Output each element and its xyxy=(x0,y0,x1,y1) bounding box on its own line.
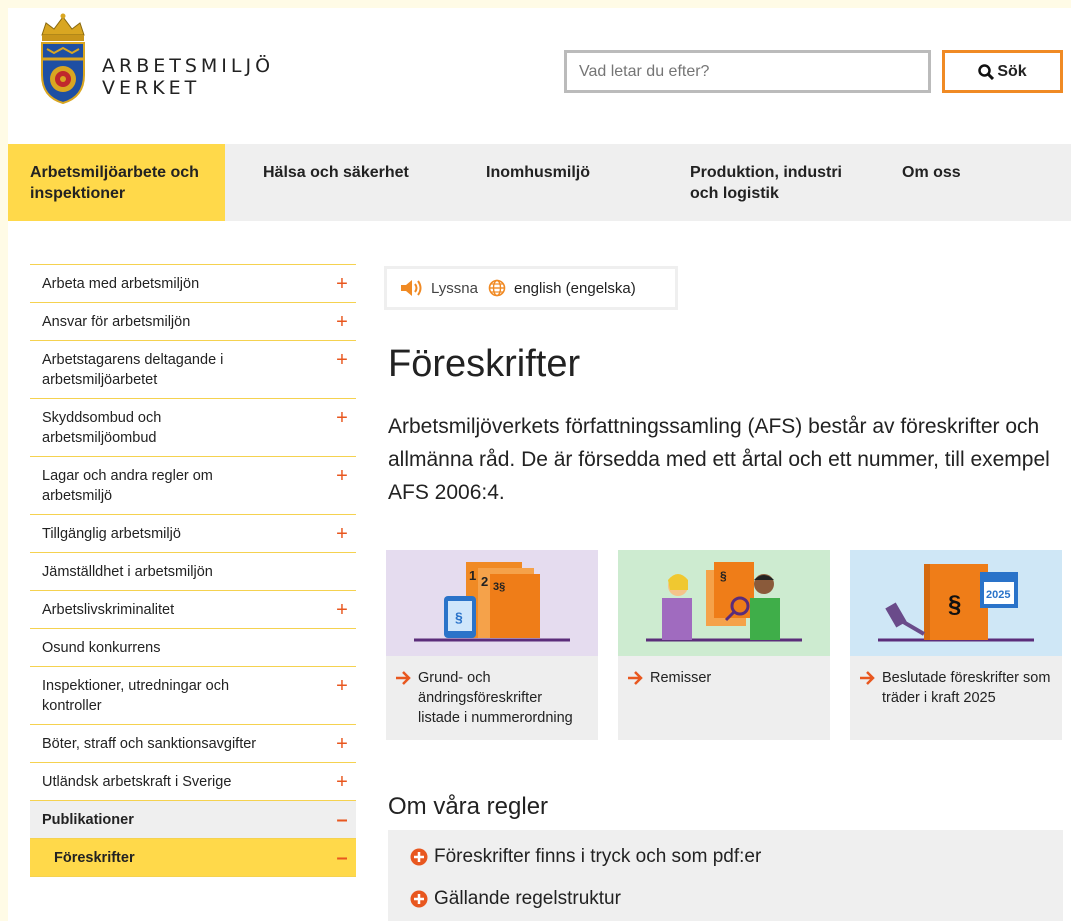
sidebar-item-arbeta[interactable]: Arbeta med arbetsmiljön + xyxy=(30,265,356,303)
svg-text:2: 2 xyxy=(481,574,488,589)
expand-icon[interactable]: + xyxy=(334,408,350,428)
sidebar-item-jamstalldhet[interactable]: Jämställdhet i arbetsmiljön xyxy=(30,553,356,591)
sidebar-item-publikationer[interactable]: Publikationer – xyxy=(30,801,356,839)
sidebar-item-skyddsombud[interactable]: Skyddsombud och arbetsmiljöombud + xyxy=(30,399,356,457)
nav-item-arbetsmiljoarbete[interactable]: Arbetsmiljöarbete och inspektioner xyxy=(8,144,225,221)
coat-of-arms-icon xyxy=(41,13,85,105)
nav-item-produktion[interactable]: Produktion, industri och logistik xyxy=(632,144,860,221)
card-label: Remisser xyxy=(650,670,712,686)
search-button-label: Sök xyxy=(997,62,1027,80)
intro-text: Arbetsmiljöverkets författningssamling (… xyxy=(388,415,1050,504)
card-list: 1 2 3§ § Grund- och ändringsföreskrifter… xyxy=(386,550,1062,740)
page-title: Föreskrifter xyxy=(388,343,581,385)
globe-icon[interactable] xyxy=(488,279,506,297)
accordion: Föreskrifter finns i tryck och som pdf:e… xyxy=(388,830,1063,921)
speaker-icon[interactable] xyxy=(399,278,425,298)
svg-text:1: 1 xyxy=(469,568,476,583)
arrow-right-icon xyxy=(860,671,875,685)
sidebar-item-ansvar[interactable]: Ansvar för arbetsmiljön + xyxy=(30,303,356,341)
arrow-right-icon xyxy=(628,671,643,685)
nav-item-inomhusmiljo[interactable]: Inomhusmiljö xyxy=(450,144,632,221)
accordion-item-tryck[interactable]: Föreskrifter finns i tryck och som pdf:e… xyxy=(388,830,1063,868)
search-input[interactable] xyxy=(564,50,931,93)
expand-icon[interactable]: + xyxy=(334,466,350,486)
expand-icon[interactable]: + xyxy=(334,600,350,620)
section-title: Om våra regler xyxy=(388,793,549,820)
accordion-item-regelstruktur[interactable]: Gällande regelstruktur xyxy=(388,868,1063,910)
plus-circle-icon xyxy=(410,848,428,866)
logo[interactable]: ARBETSMILJÖ VERKET xyxy=(32,13,292,121)
svg-text:§: § xyxy=(455,609,463,625)
arrow-right-icon xyxy=(396,671,411,685)
expand-icon[interactable]: + xyxy=(334,524,350,544)
main-nav: Arbetsmiljöarbete och inspektioner Hälsa… xyxy=(8,144,1071,221)
tools-bar: Lyssna english (engelska) xyxy=(384,266,678,310)
expand-icon[interactable]: + xyxy=(334,772,350,792)
svg-text:§: § xyxy=(720,569,727,583)
english-link[interactable]: english (engelska) xyxy=(514,280,636,297)
review-illustration: § xyxy=(618,550,830,656)
logo-line-1: ARBETSMILJÖ xyxy=(102,55,275,77)
search-button[interactable]: Sök xyxy=(942,50,1063,93)
svg-text:§: § xyxy=(948,591,961,618)
sidebar-item-utlandsk[interactable]: Utländsk arbetskraft i Sverige + xyxy=(30,763,356,801)
expand-icon[interactable]: + xyxy=(334,312,350,332)
sidebar-item-lagar[interactable]: Lagar och andra regler om arbetsmiljö + xyxy=(30,457,356,515)
sidebar: Arbeta med arbetsmiljön + Ansvar för arbe… xyxy=(30,264,356,877)
collapse-icon[interactable]: – xyxy=(334,848,350,868)
sidebar-item-tillganglig[interactable]: Tillgänglig arbetsmiljö + xyxy=(30,515,356,553)
svg-text:3§: 3§ xyxy=(493,581,505,593)
search-icon xyxy=(978,63,995,80)
nav-item-om-oss[interactable]: Om oss xyxy=(860,144,1010,221)
card-remisser[interactable]: § Remisser xyxy=(618,550,830,740)
page: ARBETSMILJÖ VERKET Sök Arbetsmiljöarbete… xyxy=(8,8,1071,921)
expand-icon[interactable]: + xyxy=(334,734,350,754)
expand-icon[interactable]: + xyxy=(334,350,350,370)
expand-icon[interactable]: + xyxy=(334,676,350,696)
plus-circle-icon xyxy=(410,890,428,908)
documents-illustration: 1 2 3§ § xyxy=(386,550,598,656)
card-label: Grund- och ändringsföreskrifter listade … xyxy=(418,670,573,726)
expand-icon[interactable]: + xyxy=(334,274,350,294)
listen-link[interactable]: Lyssna xyxy=(431,280,478,297)
sidebar-item-osund-konkurrens[interactable]: Osund konkurrens xyxy=(30,629,356,667)
card-grundforeskrifter[interactable]: 1 2 3§ § Grund- och ändringsföreskrifter… xyxy=(386,550,598,740)
logo-line-2: VERKET xyxy=(102,77,201,99)
nav-item-halsa[interactable]: Hälsa och säkerhet xyxy=(225,144,450,221)
sidebar-item-inspektioner[interactable]: Inspektioner, utredningar och kontroller… xyxy=(30,667,356,725)
sidebar-item-boter[interactable]: Böter, straff och sanktionsavgifter + xyxy=(30,725,356,763)
gavel-illustration: § 2025 xyxy=(850,550,1062,656)
sidebar-item-deltagande[interactable]: Arbetstagarens deltagande i arbetsmiljöa… xyxy=(30,341,356,399)
card-beslutade[interactable]: § 2025 Beslutade föreskrifter som träder… xyxy=(850,550,1062,740)
sidebar-item-arbetslivskriminalitet[interactable]: Arbetslivskriminalitet + xyxy=(30,591,356,629)
sidebar-item-foreskrifter[interactable]: Föreskrifter – xyxy=(30,839,356,877)
collapse-icon[interactable]: – xyxy=(334,810,350,830)
card-label: Beslutade föreskrifter som träder i kraf… xyxy=(882,670,1051,706)
svg-text:2025: 2025 xyxy=(986,589,1010,601)
